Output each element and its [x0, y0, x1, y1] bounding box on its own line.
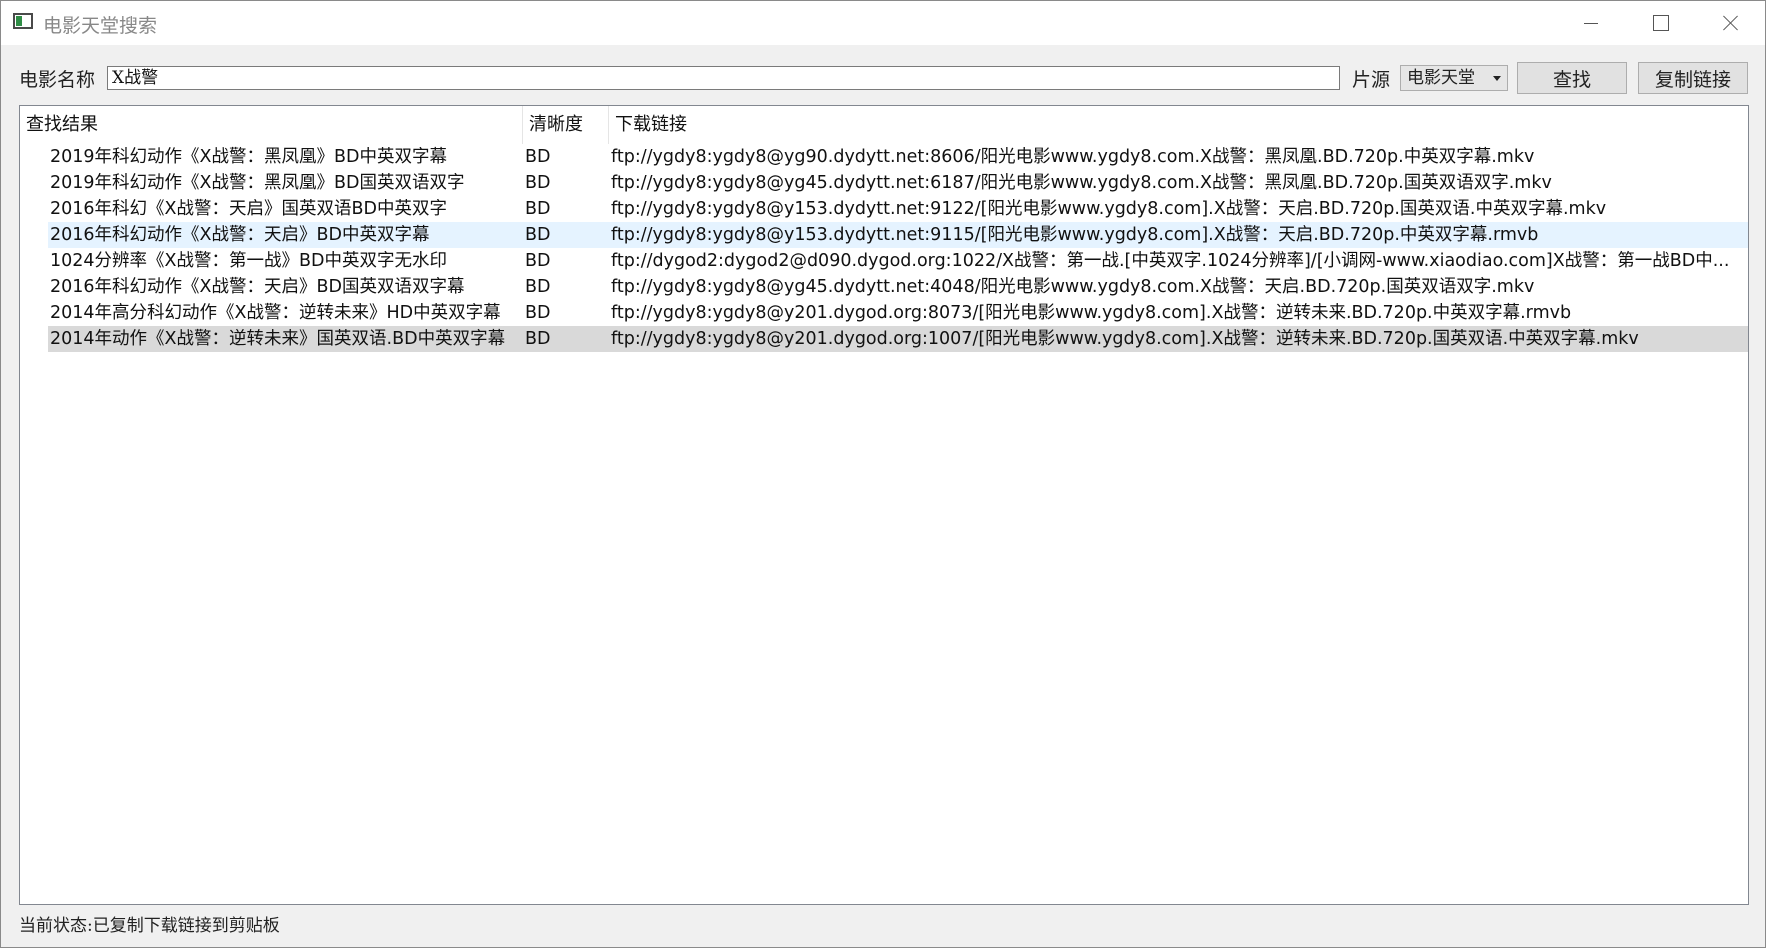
minimize-icon — [1584, 22, 1598, 24]
table-header: 查找结果 清晰度 下载链接 — [20, 106, 1748, 144]
movie-name-label: 电影名称 — [19, 69, 96, 91]
column-header-quality[interactable]: 清晰度 — [523, 106, 609, 144]
results-table[interactable]: 查找结果 清晰度 下载链接 2019年科幻动作《X战警：黑凤凰》BD中英双字幕 … — [19, 105, 1749, 905]
cell-link: ftp://ygdy8:ygdy8@yg45.dydytt.net:6187/阳… — [611, 173, 1552, 193]
app-window: 电影天堂搜索 电影名称 X战警 片源 电影天堂 查找 复制链接 查找结果 清晰度… — [0, 0, 1766, 948]
source-label: 片源 — [1352, 69, 1391, 91]
table-row-selected[interactable]: 2014年动作《X战警：逆转未来》国英双语.BD中英双字幕 BD ftp://y… — [48, 326, 1748, 352]
copy-link-button[interactable]: 复制链接 — [1638, 62, 1748, 94]
close-button[interactable] — [1696, 1, 1766, 45]
table-row[interactable]: 2019年科幻动作《X战警：黑凤凰》BD中英双字幕 BD ftp://ygdy8… — [48, 144, 1748, 170]
column-header-link[interactable]: 下载链接 — [609, 106, 1748, 144]
cell-quality: BD — [525, 303, 551, 323]
title-bar: 电影天堂搜索 — [1, 1, 1765, 45]
window-title: 电影天堂搜索 — [43, 15, 158, 37]
source-select-value: 电影天堂 — [1407, 68, 1475, 88]
dropdown-caret-icon — [1493, 76, 1501, 81]
cell-quality: BD — [525, 277, 551, 297]
maximize-button[interactable] — [1626, 1, 1696, 45]
cell-title: 2016年科幻动作《X战警：天启》BD国英双语双字幕 — [50, 277, 465, 297]
cell-title: 2014年动作《X战警：逆转未来》国英双语.BD中英双字幕 — [50, 329, 506, 349]
table-row[interactable]: 2014年高分科幻动作《X战警：逆转未来》HD中英双字幕 BD ftp://yg… — [48, 300, 1748, 326]
cell-title: 2016年科幻动作《X战警：天启》BD中英双字幕 — [50, 225, 430, 245]
table-row[interactable]: 2019年科幻动作《X战警：黑凤凰》BD国英双语双字 BD ftp://ygdy… — [48, 170, 1748, 196]
cell-quality: BD — [525, 173, 551, 193]
table-row[interactable]: 1024分辨率《X战警：第一战》BD中英双字无水印 BD ftp://dygod… — [48, 248, 1748, 274]
cell-title: 2016年科幻《X战警：天启》国英双语BD中英双字 — [50, 199, 448, 219]
table-row[interactable]: 2016年科幻《X战警：天启》国英双语BD中英双字 BD ftp://ygdy8… — [48, 196, 1748, 222]
cell-quality: BD — [525, 251, 551, 271]
cell-title: 2014年高分科幻动作《X战警：逆转未来》HD中英双字幕 — [50, 303, 501, 323]
status-text: 当前状态:已复制下载链接到剪贴板 — [19, 916, 280, 936]
cell-title: 2019年科幻动作《X战警：黑凤凰》BD中英双字幕 — [50, 147, 448, 167]
cell-link: ftp://ygdy8:ygdy8@y153.dydytt.net:9122/[… — [611, 199, 1607, 219]
cell-title: 2019年科幻动作《X战警：黑凤凰》BD国英双语双字 — [50, 173, 465, 193]
source-select[interactable]: 电影天堂 — [1400, 65, 1508, 91]
cell-quality: BD — [525, 329, 551, 349]
close-icon — [1723, 15, 1739, 31]
table-row[interactable]: 2016年科幻动作《X战警：天启》BD国英双语双字幕 BD ftp://ygdy… — [48, 274, 1748, 300]
cell-link: ftp://ygdy8:ygdy8@yg90.dydytt.net:8606/阳… — [611, 147, 1535, 167]
cell-link: ftp://ygdy8:ygdy8@y201.dygod.org:8073/[阳… — [611, 303, 1572, 323]
cell-link: ftp://ygdy8:ygdy8@y153.dydytt.net:9115/[… — [611, 225, 1539, 245]
app-icon — [13, 13, 33, 29]
table-row-hovered[interactable]: 2016年科幻动作《X战警：天启》BD中英双字幕 BD ftp://ygdy8:… — [48, 222, 1748, 248]
cell-link: ftp://ygdy8:ygdy8@yg45.dydytt.net:4048/阳… — [611, 277, 1535, 297]
maximize-icon — [1653, 15, 1669, 31]
cell-quality: BD — [525, 147, 551, 167]
column-header-result[interactable]: 查找结果 — [20, 106, 523, 144]
cell-quality: BD — [525, 225, 551, 245]
search-button[interactable]: 查找 — [1517, 62, 1627, 94]
cell-quality: BD — [525, 199, 551, 219]
minimize-button[interactable] — [1556, 1, 1626, 45]
cell-link: ftp://dygod2:dygod2@d090.dygod.org:1022/… — [611, 251, 1730, 271]
movie-name-input[interactable]: X战警 — [107, 66, 1340, 90]
cell-link: ftp://ygdy8:ygdy8@y201.dygod.org:1007/[阳… — [611, 329, 1639, 349]
cell-title: 1024分辨率《X战警：第一战》BD中英双字无水印 — [50, 251, 448, 271]
